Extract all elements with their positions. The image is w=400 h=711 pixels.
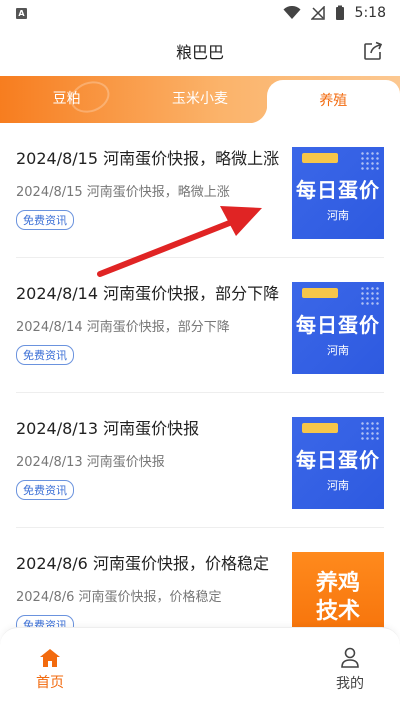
thumbnail-subtitle: 河南 [327, 343, 349, 357]
free-info-badge: 免费资讯 [16, 345, 74, 365]
tab-soybean-meal[interactable]: 豆粕 [0, 76, 133, 123]
wifi-icon [283, 6, 301, 19]
thumbnail-title: 每日蛋价 [296, 447, 380, 472]
page-title: 粮巴巴 [175, 43, 224, 62]
list-item[interactable]: 2024/8/14 河南蛋价快报，部分下降 2024/8/14 河南蛋价快报，部… [16, 258, 384, 393]
thumbnail-subtitle: 河南 [327, 208, 349, 222]
bottom-navigation: 首页 我的 [0, 627, 400, 711]
status-bar: A 5:18 [0, 0, 400, 26]
category-tabs: 豆粕 玉米小麦 养殖 [0, 76, 400, 123]
item-subtitle: 2024/8/6 河南蛋价快报，价格稳定 [16, 590, 222, 605]
battery-icon [335, 5, 344, 20]
item-thumbnail: 每日蛋价 河南 [292, 282, 384, 374]
nav-profile-label: 我的 [336, 675, 364, 692]
nav-profile[interactable]: 我的 [320, 628, 380, 711]
nav-home[interactable]: 首页 [20, 628, 80, 711]
share-icon[interactable] [362, 40, 384, 62]
dots-decoration [360, 286, 380, 306]
item-thumbnail: 每日蛋价 河南 [292, 147, 384, 239]
item-subtitle: 2024/8/14 河南蛋价快报，部分下降 [16, 320, 230, 335]
item-subtitle: 2024/8/15 河南蛋价快报，略微上涨 [16, 185, 230, 200]
person-icon [341, 647, 359, 668]
news-list: 2024/8/15 河南蛋价快报，略微上涨 2024/8/15 河南蛋价快报，略… [0, 123, 400, 663]
sim-notification-icon: A [16, 7, 27, 19]
dots-decoration [360, 151, 380, 171]
brand-logo [302, 423, 338, 433]
item-title: 2024/8/6 河南蛋价快报，价格稳定 [16, 554, 269, 573]
thumbnail-title: 每日蛋价 [296, 177, 380, 202]
item-title: 2024/8/13 河南蛋价快报 [16, 419, 200, 438]
app-header: 粮巴巴 [0, 26, 400, 76]
brand-logo [302, 288, 338, 298]
item-thumbnail: 每日蛋价 河南 [292, 417, 384, 509]
tab-breeding[interactable]: 养殖 [248, 80, 400, 123]
list-item[interactable]: 2024/8/13 河南蛋价快报 2024/8/13 河南蛋价快报 免费资讯 每… [16, 393, 384, 528]
free-info-badge: 免费资讯 [16, 480, 74, 500]
item-subtitle: 2024/8/13 河南蛋价快报 [16, 455, 165, 470]
dots-decoration [360, 421, 380, 441]
item-title: 2024/8/15 河南蛋价快报，略微上涨 [16, 149, 280, 168]
signal-off-icon [310, 6, 325, 20]
thumbnail-subtitle: 河南 [327, 478, 349, 492]
nav-home-label: 首页 [36, 674, 64, 691]
home-icon [40, 648, 60, 667]
thumbnail-line-1: 养鸡 [315, 571, 360, 596]
list-item[interactable]: 2024/8/15 河南蛋价快报，略微上涨 2024/8/15 河南蛋价快报，略… [16, 123, 384, 258]
tab-corn-wheat[interactable]: 玉米小麦 [133, 76, 266, 123]
item-title: 2024/8/14 河南蛋价快报，部分下降 [16, 284, 280, 303]
free-info-badge: 免费资讯 [16, 210, 74, 230]
brand-logo [302, 153, 338, 163]
thumbnail-title: 每日蛋价 [296, 312, 380, 337]
status-time: 5:18 [354, 5, 386, 21]
thumbnail-line-2: 技术 [315, 599, 360, 624]
